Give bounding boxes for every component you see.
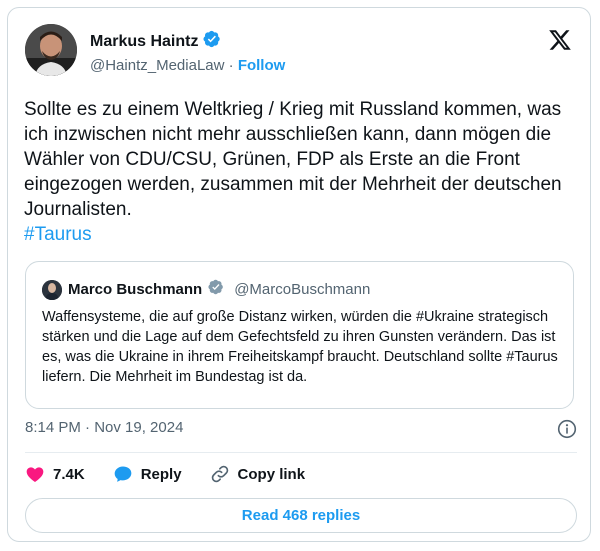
timestamp[interactable]: 8:14 PM · Nov 19, 2024 xyxy=(25,419,183,436)
quote-author-handle: @MarcoBuschmann xyxy=(234,281,371,298)
like-count: 7.4K xyxy=(53,465,85,483)
quoted-tweet[interactable]: Marco Buschmann @MarcoBuschmann Waffensy… xyxy=(25,261,574,409)
read-replies-button[interactable]: Read 468 replies xyxy=(25,498,577,533)
author-handle[interactable]: @Haintz_MediaLaw xyxy=(90,57,224,74)
reply-icon xyxy=(113,464,133,484)
timestamp-row: 8:14 PM · Nov 19, 2024 xyxy=(25,419,577,441)
x-logo-icon[interactable] xyxy=(548,28,572,52)
handle-separator: · xyxy=(224,57,238,74)
author-name[interactable]: Markus Haintz xyxy=(90,33,198,51)
reply-button[interactable]: Reply xyxy=(113,464,182,484)
divider xyxy=(25,452,577,453)
action-bar: 7.4K Reply Copy link xyxy=(25,457,333,491)
copy-link-label: Copy link xyxy=(237,465,306,483)
verified-badge-icon xyxy=(208,279,224,300)
hashtag-link[interactable]: #Taurus xyxy=(24,222,580,247)
link-icon xyxy=(210,464,230,484)
tweet-body: Sollte es zu einem Weltkrieg / Krieg mit… xyxy=(24,99,562,220)
quote-text: Waffensysteme, die auf große Distanz wir… xyxy=(42,309,558,385)
tweet-text: Sollte es zu einem Weltkrieg / Krieg mit… xyxy=(24,97,580,247)
reply-label: Reply xyxy=(140,465,182,483)
author-info: Markus Haintz @Haintz_MediaLaw · Follow xyxy=(90,30,285,74)
quote-author-avatar xyxy=(42,279,62,300)
follow-button[interactable]: Follow xyxy=(238,57,286,74)
heart-icon xyxy=(25,464,45,484)
tweet-card: Markus Haintz @Haintz_MediaLaw · Follow … xyxy=(7,7,591,542)
info-icon[interactable] xyxy=(557,419,577,439)
verified-badge-icon xyxy=(203,30,221,53)
like-button[interactable]: 7.4K xyxy=(25,464,85,484)
copy-link-button[interactable]: Copy link xyxy=(210,464,306,484)
quote-author-name: Marco Buschmann xyxy=(68,281,203,298)
author-avatar[interactable] xyxy=(25,24,77,76)
